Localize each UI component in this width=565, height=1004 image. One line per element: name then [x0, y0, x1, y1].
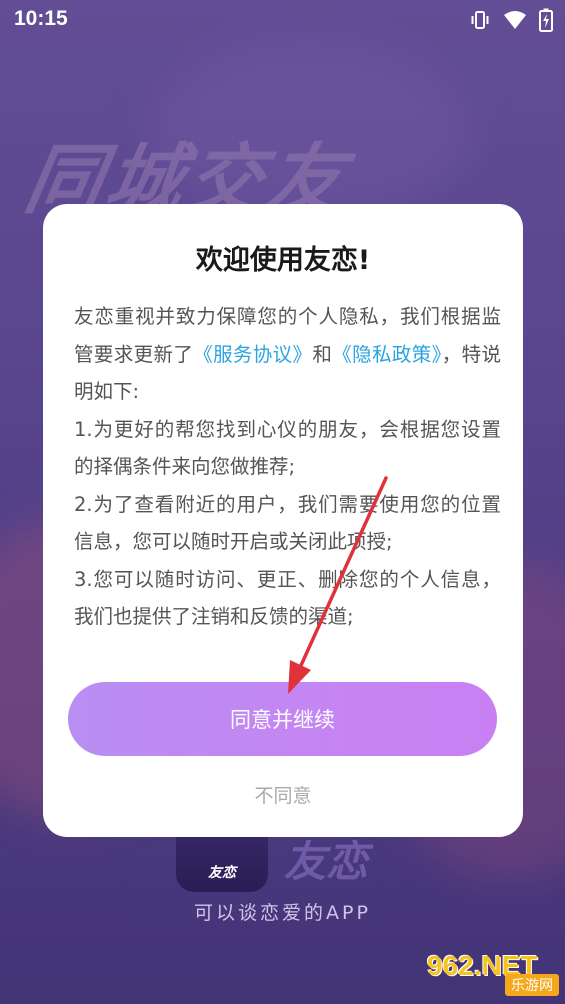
battery-icon	[539, 8, 553, 37]
and-text: 和	[312, 342, 333, 366]
policy-point: 1.为更好的帮您找到心仪的朋友，会根据您设置的择偶条件来向您做推荐;	[74, 417, 501, 479]
agree-continue-button[interactable]: 同意并继续	[68, 682, 497, 756]
dialog-title: 欢迎使用友恋!	[195, 245, 371, 276]
status-time: 10:15	[14, 7, 68, 30]
status-icons	[469, 8, 553, 37]
site-watermark: 962.NET 乐游网	[427, 950, 559, 996]
app-tagline: 可以谈恋爱的APP	[194, 902, 371, 924]
service-agreement-link[interactable]: 《服务协议》	[193, 343, 312, 366]
app-name: 友恋	[284, 837, 369, 886]
policy-point: 3.您可以随时访问、更正、删除您的个人信息，我们也提供了注销和反馈的渠道;	[74, 567, 501, 629]
dialog-body: 友恋重视并致力保障您的个人隐私，我们根据监管要求更新了《服务协议》和《隐私政策》…	[74, 298, 501, 636]
status-bar: 10:15	[0, 0, 565, 40]
privacy-dialog: 欢迎使用友恋! 友恋重视并致力保障您的个人隐私，我们根据监管要求更新了《服务协议…	[43, 204, 523, 837]
watermark-subtitle: 乐游网	[505, 974, 559, 996]
disagree-button[interactable]: 不同意	[43, 781, 523, 808]
privacy-policy-link[interactable]: 《隐私政策》	[332, 343, 441, 366]
policy-point: 2.为了查看附近的用户，我们需要使用您的位置信息，您可以随时开启或关闭此项授;	[74, 492, 501, 554]
wifi-icon	[503, 9, 527, 36]
app-logo-label: 友恋	[208, 865, 236, 881]
vibrate-icon	[469, 9, 491, 36]
